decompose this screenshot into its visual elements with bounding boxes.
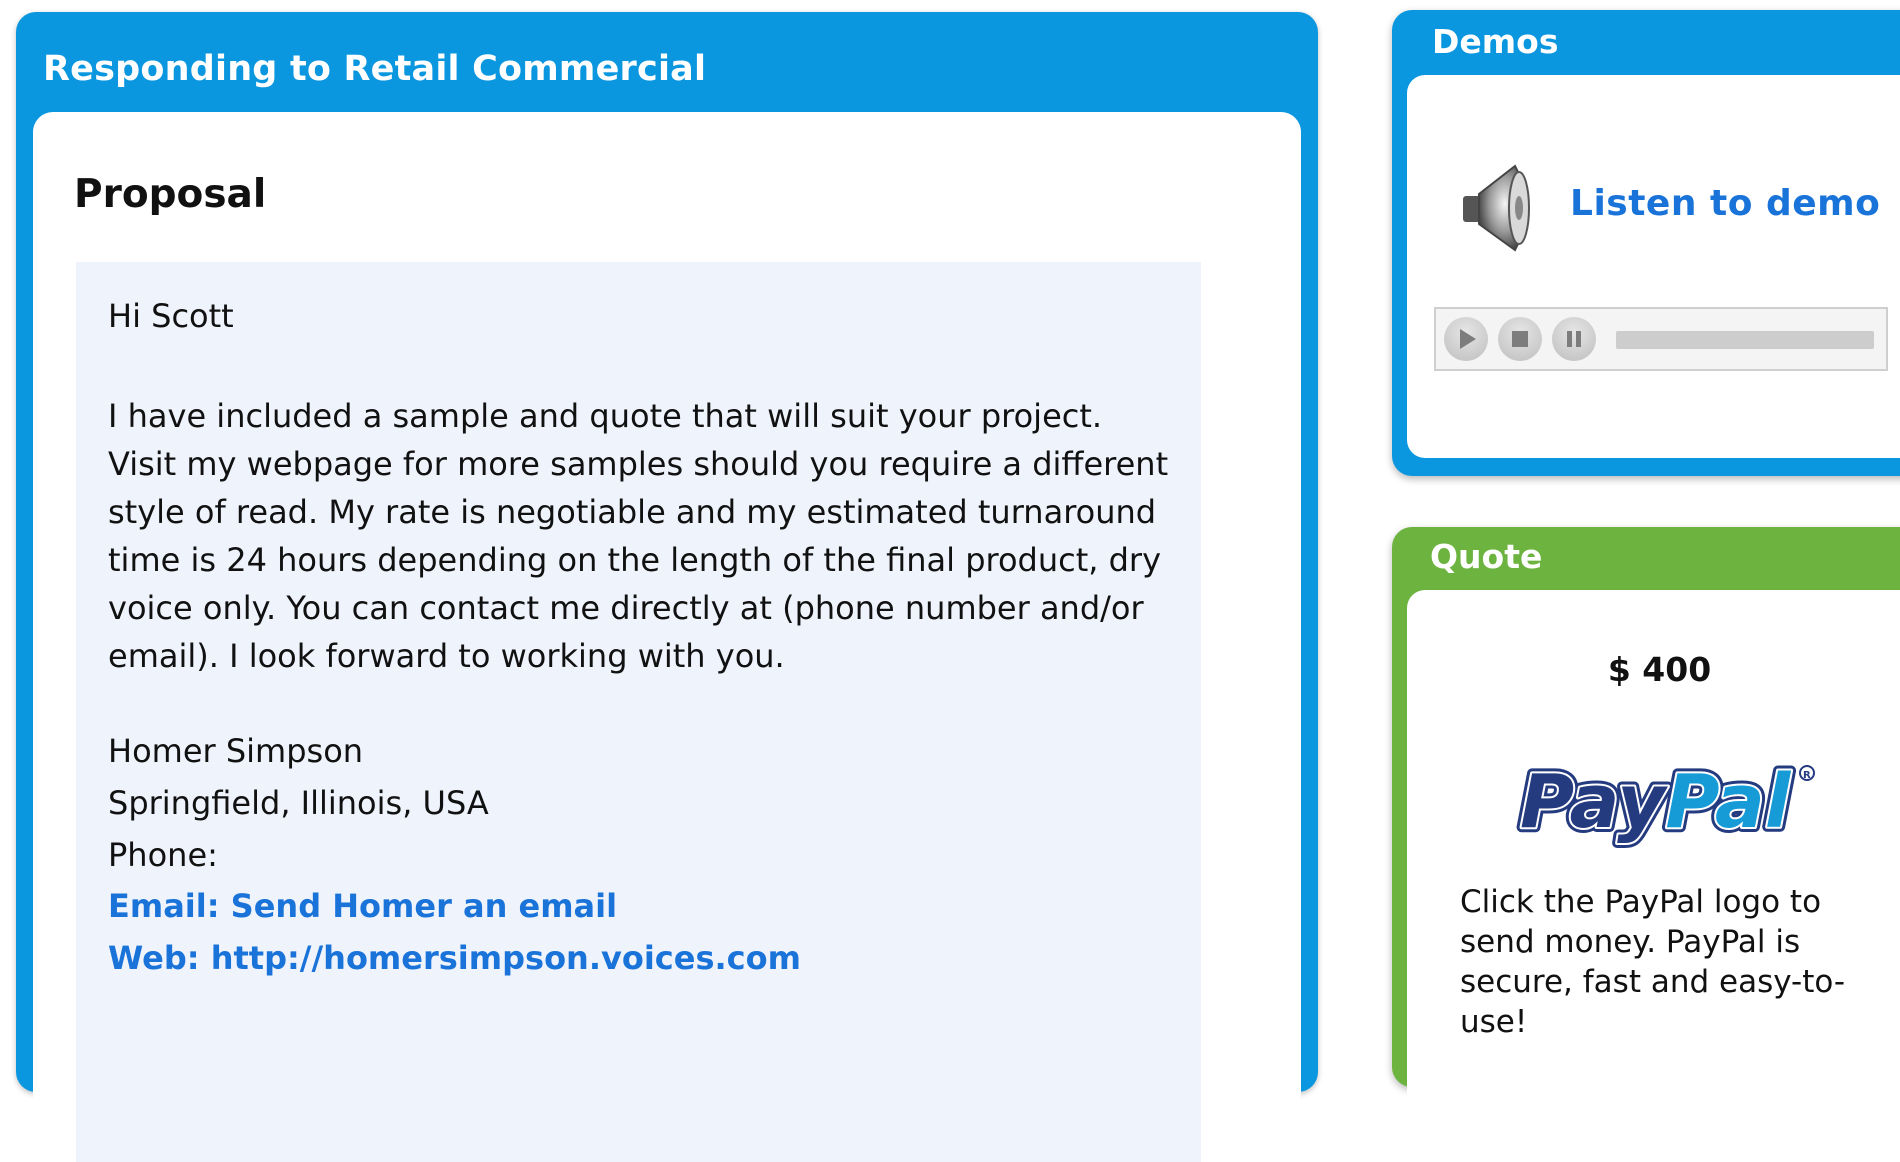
signature-location: Springfield, Illinois, USA (108, 784, 489, 822)
quote-amount: $ 400 (1607, 650, 1712, 689)
demos-panel: Demos Listen to demo (1392, 10, 1900, 476)
audio-player (1434, 307, 1888, 371)
letter-greeting: Hi Scott (108, 297, 234, 335)
email-link[interactable]: Email: Send Homer an email (108, 887, 617, 925)
panel-title: Responding to Retail Commercial (43, 49, 707, 89)
quote-panel-body: $ 400 PayPal PayPal PayPal R Click the P… (1407, 590, 1900, 1110)
stop-icon[interactable] (1498, 317, 1542, 361)
quote-panel: Quote $ 400 PayPal PayPal PayPal R Click… (1392, 527, 1900, 1110)
listen-to-demo-link[interactable]: Listen to demo (1570, 183, 1880, 224)
demos-title: Demos (1432, 22, 1559, 61)
svg-text:PayPal: PayPal (1520, 759, 1792, 845)
paypal-note: Click the PayPal logo to send money. Pay… (1460, 884, 1846, 1040)
signature-name: Homer Simpson (108, 732, 364, 770)
svg-text:R: R (1803, 770, 1811, 781)
audio-progress-track[interactable] (1616, 331, 1874, 349)
proposal-heading: Proposal (74, 172, 267, 217)
quote-title: Quote (1430, 537, 1543, 576)
play-icon[interactable] (1444, 317, 1488, 361)
web-link[interactable]: Web: http://homersimpson.voices.com (108, 939, 801, 977)
demos-panel-body: Listen to demo (1407, 75, 1900, 458)
proposal-letter: Hi Scott I have included a sample and qu… (76, 262, 1201, 1162)
letter-body: I have included a sample and quote that … (108, 397, 1169, 675)
proposal-panel: Responding to Retail Commercial Proposal… (16, 12, 1318, 1162)
signature-phone: Phone: (108, 836, 218, 874)
paypal-logo[interactable]: PayPal PayPal PayPal R (1512, 754, 1822, 855)
pause-icon[interactable] (1552, 317, 1596, 361)
proposal-panel-body: Proposal Hi Scott I have included a samp… (33, 112, 1301, 1162)
speaker-icon (1457, 158, 1537, 258)
